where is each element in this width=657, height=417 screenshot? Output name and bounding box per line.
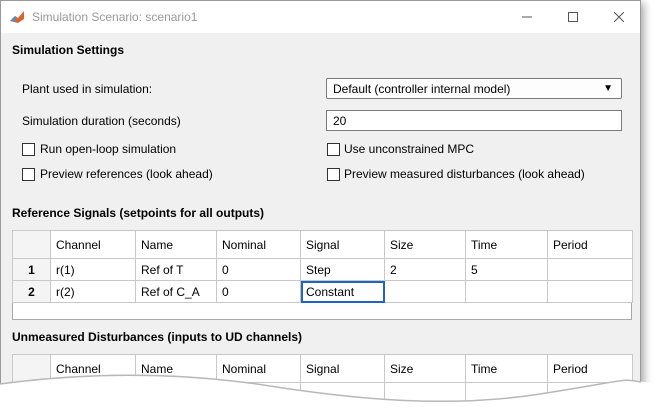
cell-signal-selected[interactable]: Constant [300,280,385,303]
simulation-settings-title: Simulation Settings [12,43,125,57]
col-header-signal[interactable]: Signal [300,230,385,259]
cell-nominal[interactable]: 0 [216,258,301,281]
row-number: 2 [12,280,51,303]
reference-signals-table: Channel Name Nominal Signal Size Time Pe… [12,230,633,303]
minimize-button[interactable] [504,1,550,33]
window-title: Simulation Scenario: scenario1 [32,10,198,24]
maximize-icon [568,12,578,22]
maximize-button[interactable] [550,1,596,33]
open-loop-checkbox[interactable] [22,143,35,156]
plant-dropdown-value: Default (controller internal model) [333,82,511,96]
cell-name[interactable]: Ref of T [135,258,217,281]
matlab-app-icon [9,9,25,25]
plant-label: Plant used in simulation: [22,82,153,96]
preview-md-checkbox[interactable] [327,168,340,181]
preview-md-label: Preview measured disturbances (look ahea… [344,167,585,181]
plant-dropdown[interactable]: Default (controller internal model) ▼ [326,78,622,99]
cell-time[interactable]: 5 [465,258,548,281]
col-header-nominal[interactable]: Nominal [216,230,301,259]
cell-period[interactable] [547,280,633,303]
duration-label: Simulation duration (seconds) [22,114,181,128]
unconstrained-mpc-label: Use unconstrained MPC [344,142,475,156]
duration-value: 20 [333,114,347,128]
open-loop-label: Run open-loop simulation [40,142,177,156]
duration-input[interactable]: 20 [326,110,622,131]
col-header-name[interactable]: Name [135,230,217,259]
col-header-channel[interactable]: Channel [50,230,136,259]
cell-channel: r(2) [50,280,136,303]
simulation-scenario-window: Simulation Scenario: scenario1 Simulatio… [0,0,641,417]
table-row: 1 r(1) Ref of T 0 Step 2 5 [12,258,633,281]
cell-time[interactable] [465,280,548,303]
preview-references-checkbox[interactable] [22,168,35,181]
unconstrained-mpc-checkbox[interactable] [327,143,340,156]
cell-channel: r(1) [50,258,136,281]
reference-signals-title: Reference Signals (setpoints for all out… [12,206,265,220]
table-row: 2 r(2) Ref of C_A 0 Constant [12,280,633,303]
preview-references-label: Preview references (look ahead) [40,167,213,181]
minimize-icon [522,16,532,18]
cell-signal[interactable]: Step [300,258,385,281]
close-icon [614,12,624,22]
title-bar: Simulation Scenario: scenario1 [1,1,640,33]
cell-size[interactable] [384,280,466,303]
torn-edge-decoration [0,374,657,417]
cell-period[interactable] [547,258,633,281]
row-number: 1 [12,258,51,281]
cell-nominal[interactable]: 0 [216,280,301,303]
corner-cell [12,230,51,259]
cell-size[interactable]: 2 [384,258,466,281]
col-header-period[interactable]: Period [547,230,633,259]
dropdown-arrow-icon: ▼ [603,83,613,94]
close-button[interactable] [596,1,640,33]
reference-table-header: Channel Name Nominal Signal Size Time Pe… [12,230,633,259]
unmeasured-disturbances-title: Unmeasured Disturbances (inputs to UD ch… [12,330,303,344]
col-header-size[interactable]: Size [384,230,466,259]
col-header-time[interactable]: Time [465,230,548,259]
cell-name[interactable]: Ref of C_A [135,280,217,303]
